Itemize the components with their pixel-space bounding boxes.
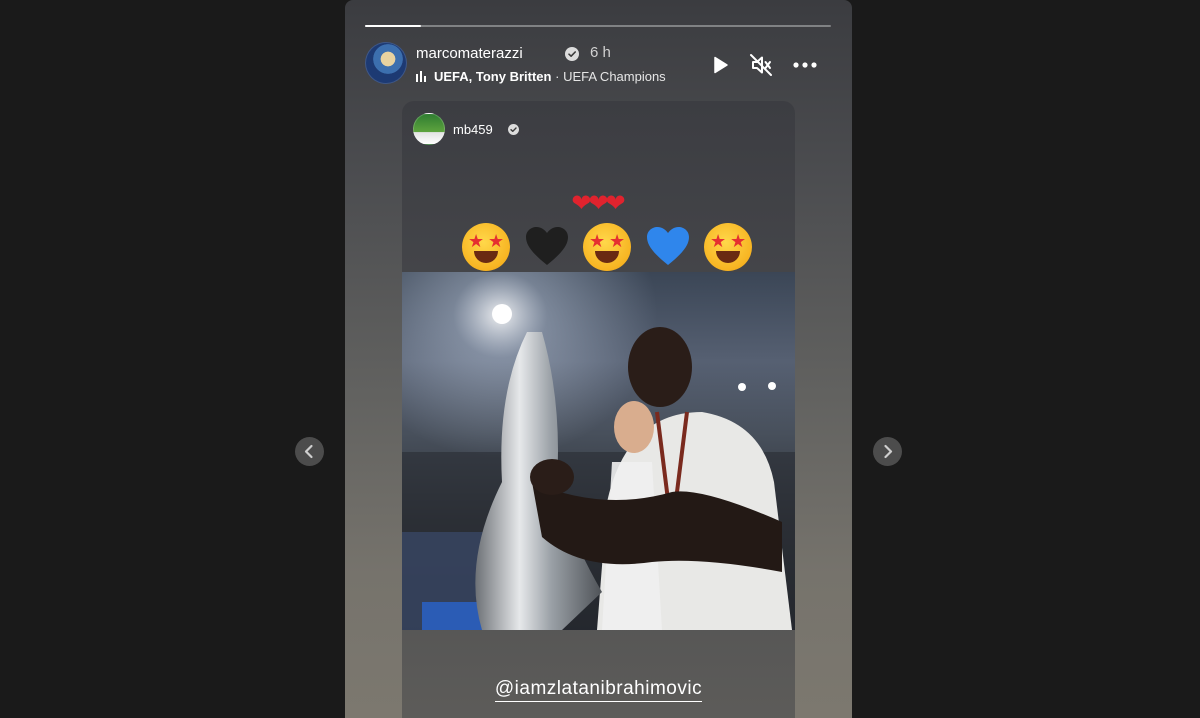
mute-button[interactable] (748, 52, 774, 78)
blue-heart-icon (646, 227, 689, 265)
mention-text[interactable]: @iamzlatanibrahimovic (494, 678, 703, 702)
shared-post-avatar[interactable] (413, 113, 445, 145)
speaker-muted-icon (750, 54, 772, 76)
author-username[interactable]: marcomaterazzi (416, 45, 523, 62)
trophy-celebration-photo (402, 272, 795, 630)
story-progress-bar (365, 25, 831, 27)
red-hearts-sticker: ❤❤❤ (571, 190, 625, 217)
verified-badge-icon (508, 124, 519, 135)
verified-badge-icon (565, 47, 579, 61)
story-header: marcomaterazzi 6 h UEFA, Tony Britten · … (365, 42, 831, 86)
next-story-button[interactable] (873, 437, 902, 466)
emoji-sticker-row: ★ ★ ★ ★ ★ ★ (462, 219, 752, 275)
black-heart-icon (525, 227, 568, 265)
shared-post-username[interactable]: mb459 (453, 122, 493, 137)
story-progress-fill (365, 25, 421, 27)
music-attribution[interactable]: UEFA, Tony Britten · UEFA Champions (416, 69, 666, 85)
star-struck-emoji-icon: ★ ★ (462, 223, 510, 271)
music-song-title: UEFA Champions (563, 69, 666, 84)
more-options-icon (793, 62, 817, 68)
story-frame[interactable]: marcomaterazzi 6 h UEFA, Tony Britten · … (345, 0, 852, 718)
more-options-button[interactable] (792, 52, 818, 78)
play-icon (714, 56, 728, 74)
user-mention-link[interactable]: @iamzlatanibrahimovic (402, 678, 795, 702)
music-artist: UEFA, Tony Britten (434, 69, 552, 84)
audio-bars-icon (416, 71, 428, 82)
music-separator: · (555, 69, 560, 84)
star-struck-emoji-icon: ★ ★ (704, 223, 752, 271)
play-button[interactable] (707, 52, 733, 78)
post-time: 6 h (590, 44, 611, 61)
story-viewer: marcomaterazzi 6 h UEFA, Tony Britten · … (0, 0, 1200, 718)
previous-story-button[interactable] (295, 437, 324, 466)
shared-post-card[interactable]: mb459 ❤❤❤ ★ ★ ★ ★ ★ ★ @iamzlatanibrahimo… (402, 101, 795, 718)
chevron-left-icon (304, 444, 313, 459)
star-struck-emoji-icon: ★ ★ (583, 223, 631, 271)
author-avatar[interactable] (365, 42, 407, 84)
chevron-right-icon (884, 444, 893, 459)
